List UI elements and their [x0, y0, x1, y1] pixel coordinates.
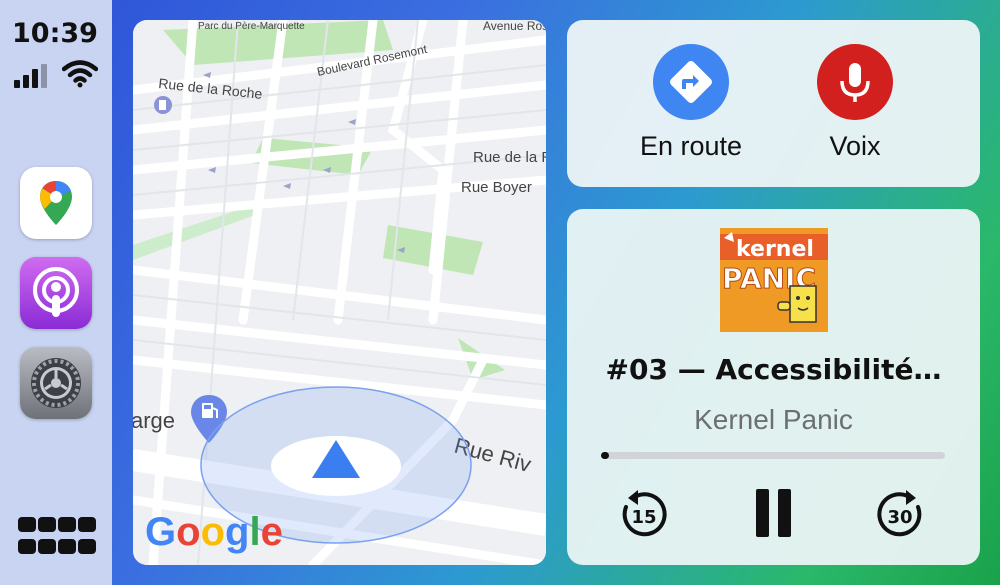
map-view[interactable]: Parc du Père-Marquette Boulevard Rosemon…: [133, 20, 546, 565]
current-position-icon: [271, 436, 401, 496]
skip-forward-label: 30: [887, 507, 912, 528]
gas-station-small-icon[interactable]: [154, 96, 172, 114]
en-route-label: En route: [639, 131, 743, 161]
voice-button[interactable]: [817, 44, 893, 120]
skip-back-15-button[interactable]: 15: [615, 485, 673, 543]
skip-forward-icon: 30: [877, 490, 922, 537]
status-indicators: [14, 60, 104, 90]
pause-icon: [756, 489, 791, 537]
now-playing-card: kernel PANIC #03 — Accessibilité… Kernel…: [567, 209, 980, 565]
artwork-text-1: kernel: [736, 237, 814, 262]
voice-label: Voix: [829, 131, 881, 161]
street-label-rue-de-la: Rue de la R: [473, 149, 546, 166]
microphone-icon: [840, 63, 870, 102]
skip-back-icon: 15: [622, 490, 667, 537]
cellular-signal-icon: [14, 60, 54, 88]
carplay-screen: 10:39 Parc du Père-Marquette Boulevard R…: [0, 0, 1000, 585]
en-route-button[interactable]: [653, 44, 729, 120]
map-canvas[interactable]: Parc du Père-Marquette Boulevard Rosemon…: [133, 20, 546, 565]
app-grid-icon[interactable]: [18, 517, 96, 559]
skip-back-label: 15: [631, 507, 656, 528]
street-label-parc: Parc du Père-Marquette: [198, 21, 305, 32]
google-logo: Google: [145, 510, 283, 554]
episode-title: #03 — Accessibilité…: [605, 353, 942, 386]
sidebar: 10:39: [0, 0, 112, 585]
google-maps-icon: [40, 181, 72, 225]
directions-icon: [670, 61, 712, 103]
podcasts-icon: [33, 267, 79, 317]
podcasts-app-icon[interactable]: [20, 257, 92, 329]
navigation-shortcuts-card: En route Voix: [567, 20, 980, 187]
wifi-icon: [62, 60, 98, 88]
settings-app-icon[interactable]: [20, 347, 92, 419]
clock: 10:39: [12, 18, 98, 49]
settings-icon: [31, 358, 81, 408]
playback-progress-bar[interactable]: [601, 452, 945, 459]
skip-forward-30-button[interactable]: 30: [871, 485, 929, 543]
street-label-boyer: Rue Boyer: [461, 179, 532, 196]
podcast-name: Kernel Panic: [694, 404, 853, 435]
pause-button[interactable]: [747, 485, 801, 541]
google-maps-app-icon[interactable]: [20, 167, 92, 239]
poi-label-charge: arge: [133, 408, 175, 433]
street-label-avenue: Avenue Rose: [483, 20, 546, 33]
playback-progress-fill: [601, 452, 609, 459]
podcast-artwork[interactable]: kernel PANIC: [720, 228, 828, 332]
